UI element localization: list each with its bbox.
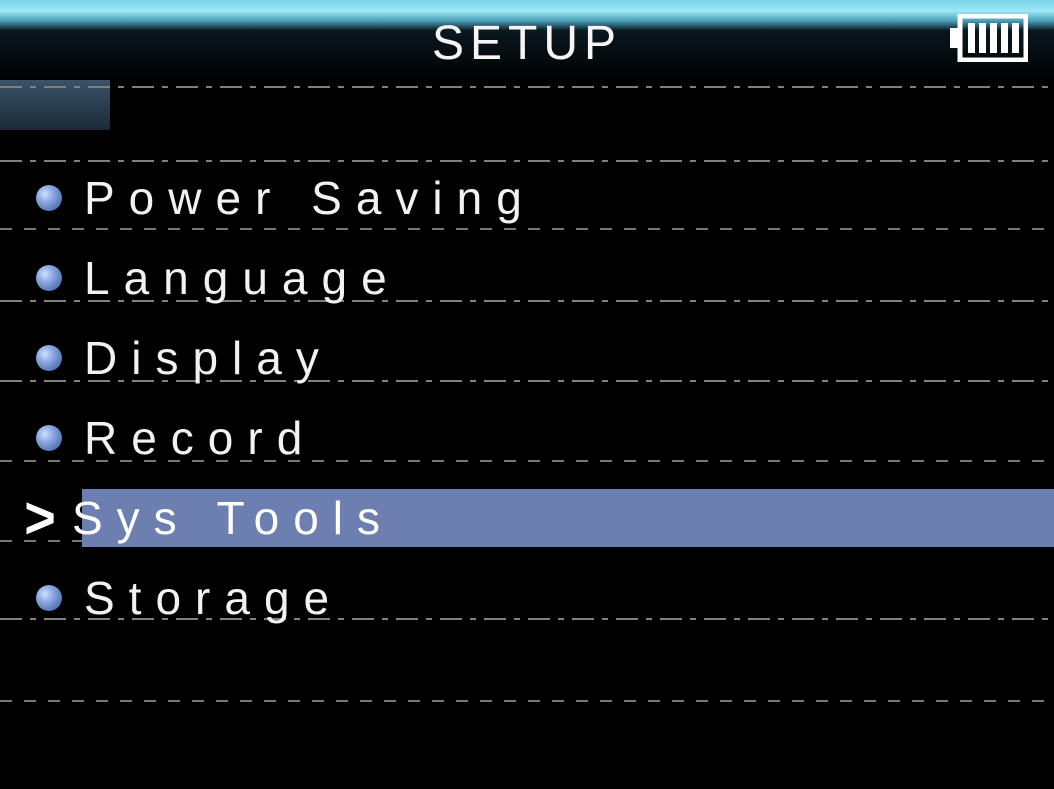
menu-item-power-saving[interactable]: Power Saving: [0, 158, 1054, 238]
menu-item-label: Record: [84, 411, 316, 465]
menu-item-label: Language: [84, 251, 401, 305]
page-title: SETUP: [432, 16, 622, 71]
menu-item-display[interactable]: Display: [0, 318, 1054, 398]
header: SETUP: [0, 0, 1054, 80]
menu-item-language[interactable]: Language: [0, 238, 1054, 318]
bullet-icon: [36, 265, 62, 291]
menu-item-label: Storage: [84, 571, 343, 625]
bullet-icon: [36, 345, 62, 371]
menu-item-storage[interactable]: Storage: [0, 558, 1054, 638]
menu-item-label: Sys Tools: [72, 491, 394, 545]
menu-item-label: Power Saving: [84, 171, 536, 225]
bullet-icon: [36, 185, 62, 211]
bullet-icon: [36, 425, 62, 451]
menu-item-record[interactable]: Record: [0, 398, 1054, 478]
cursor-icon: >: [18, 484, 62, 552]
bullet-icon: [36, 585, 62, 611]
battery-icon: [950, 14, 1028, 62]
menu-item-sys-tools[interactable]: > Sys Tools: [0, 478, 1054, 558]
menu-item-label: Display: [84, 331, 333, 385]
menu: Power Saving Language Display Record > S…: [0, 158, 1054, 638]
